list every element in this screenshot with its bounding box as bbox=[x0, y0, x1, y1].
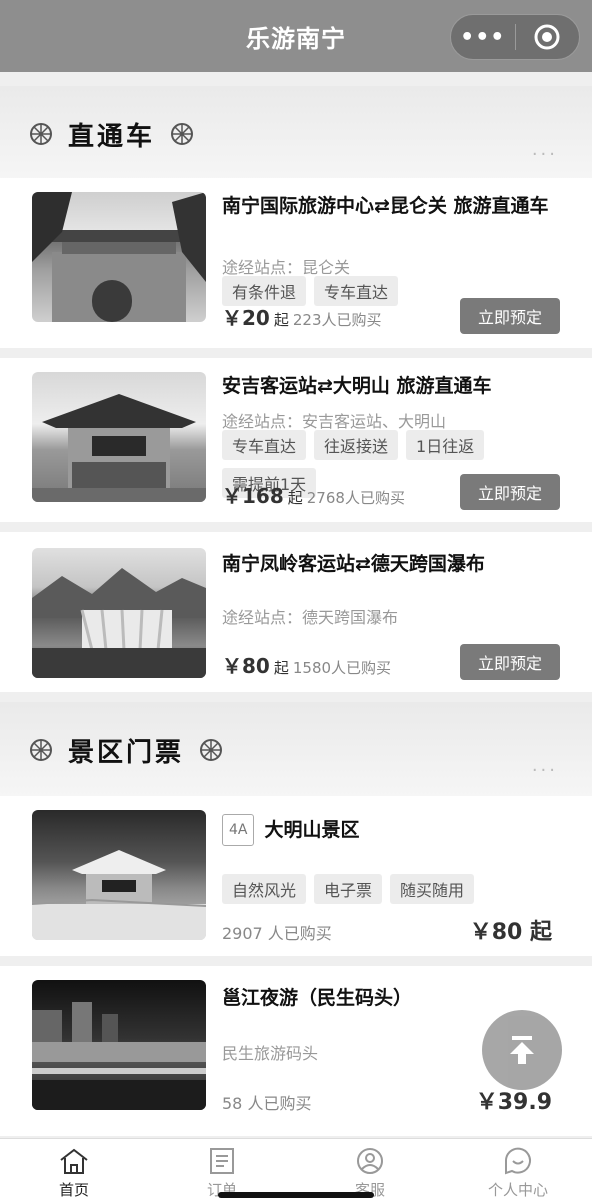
tab-service[interactable]: 客服 bbox=[296, 1139, 444, 1200]
ticket-thumbnail bbox=[32, 980, 206, 1110]
direct-bus-title: 安吉客运站⇄大明山 旅游直通车 bbox=[222, 375, 492, 397]
bottom-tab-bar: 首页 订单 客服 个人中心 bbox=[0, 1138, 592, 1200]
bought-count: 223人已购买 bbox=[292, 311, 382, 329]
direct-bus-thumbnail bbox=[32, 372, 206, 502]
ticket-location: 民生旅游码头 bbox=[222, 1044, 319, 1063]
direct-bus-price: ￥168 起 2768人已购买 bbox=[222, 480, 405, 509]
direct-bus-title: 南宁凤岭客运站⇄德天跨国瀑布 bbox=[222, 553, 485, 575]
top-nav-bar: 乐游南宁 ••• bbox=[0, 0, 592, 72]
bought-count: 1580人已购买 bbox=[292, 659, 392, 677]
home-icon bbox=[60, 1148, 88, 1174]
price-value: ￥80 bbox=[222, 654, 270, 678]
ticket-card[interactable]: 4A 大明山景区 自然风光 电子票 随买随用 2907 人已购买 ￥80 起 bbox=[0, 796, 592, 956]
mini-program-capsule: ••• bbox=[450, 14, 580, 60]
direct-bus-thumbnail bbox=[32, 548, 206, 678]
section-header-direct-bus: 直通车 ··· bbox=[0, 86, 592, 182]
direct-bus-title: 南宁国际旅游中心⇄昆仑关 旅游直通车 bbox=[222, 195, 549, 217]
tab-label: 个人中心 bbox=[487, 1181, 548, 1199]
tag: 1日往返 bbox=[406, 430, 485, 460]
direct-bus-card[interactable]: 南宁凤岭客运站⇄德天跨国瀑布 途经站点：德天跨国瀑布 ￥80 起 1580人已购买 … bbox=[0, 532, 592, 692]
section-deco-icon bbox=[30, 123, 52, 145]
book-now-button[interactable]: 立即预定 bbox=[460, 644, 560, 680]
section-header-tickets: 景区门票 ··· bbox=[0, 702, 592, 798]
section-title: 直通车 bbox=[68, 121, 156, 152]
target-icon[interactable] bbox=[516, 23, 580, 51]
price-suffix: 起 bbox=[287, 489, 303, 507]
ticket-price: ￥80 起 bbox=[469, 920, 552, 945]
price-value: ￥20 bbox=[222, 306, 270, 330]
ticket-title: 邕江夜游（民生码头） bbox=[222, 987, 413, 1009]
page-title: 乐游南宁 bbox=[246, 24, 346, 53]
direct-bus-via: 途经站点：安吉客运站、大明山 bbox=[222, 412, 447, 431]
direct-bus-price: ￥20 起 223人已购买 bbox=[222, 302, 382, 331]
profile-icon bbox=[504, 1147, 531, 1175]
home-indicator bbox=[218, 1192, 374, 1198]
tab-home[interactable]: 首页 bbox=[0, 1139, 148, 1200]
service-icon bbox=[357, 1148, 383, 1174]
price-suffix: 起 bbox=[273, 311, 289, 329]
section-deco-icon bbox=[200, 739, 223, 761]
ticket-title-row: 4A 大明山景区 bbox=[222, 814, 552, 846]
section-deco-icon bbox=[30, 739, 52, 761]
book-now-button[interactable]: 立即预定 bbox=[460, 474, 560, 510]
arrow-up-icon bbox=[510, 1036, 534, 1064]
bought-count: 58 人已购买 bbox=[222, 1094, 312, 1113]
tab-orders[interactable]: 订单 bbox=[148, 1139, 296, 1200]
tag: 自然风光 bbox=[222, 874, 307, 904]
section-more-icon[interactable]: ··· bbox=[532, 760, 558, 781]
direct-bus-price: ￥80 起 1580人已购买 bbox=[222, 650, 391, 679]
tag: 专车直达 bbox=[222, 430, 307, 460]
tag: 往返接送 bbox=[314, 430, 399, 460]
ticket-thumbnail bbox=[32, 810, 206, 940]
ticket-tags: 自然风光 电子票 随买随用 bbox=[222, 874, 552, 904]
section-title: 景区门票 bbox=[68, 737, 185, 768]
more-dots-icon[interactable]: ••• bbox=[451, 25, 515, 50]
section-deco-icon bbox=[171, 123, 194, 145]
price-suffix: 起 bbox=[273, 659, 289, 677]
bought-count: 2907 人已购买 bbox=[222, 924, 332, 943]
tag: 随买随用 bbox=[390, 874, 475, 904]
direct-bus-card[interactable]: 南宁国际旅游中心⇄昆仑关 旅游直通车 途经站点：昆仑关 有条件退 专车直达 ￥2… bbox=[0, 178, 592, 348]
direct-bus-via: 途经站点：德天跨国瀑布 bbox=[222, 608, 399, 627]
tab-label: 首页 bbox=[58, 1181, 89, 1199]
bought-count: 2768人已购买 bbox=[306, 489, 405, 507]
tab-profile[interactable]: 个人中心 bbox=[444, 1139, 592, 1200]
grade-badge: 4A bbox=[222, 814, 255, 846]
direct-bus-card[interactable]: 安吉客运站⇄大明山 旅游直通车 途经站点：安吉客运站、大明山 专车直达 往返接送… bbox=[0, 358, 592, 522]
section-more-icon[interactable]: ··· bbox=[532, 144, 558, 165]
tag: 电子票 bbox=[314, 874, 383, 904]
back-to-top-button[interactable] bbox=[482, 1010, 562, 1090]
direct-bus-via: 途经站点：昆仑关 bbox=[222, 258, 351, 277]
ticket-title: 大明山景区 bbox=[264, 819, 360, 841]
direct-bus-thumbnail bbox=[32, 192, 206, 322]
order-icon bbox=[210, 1148, 234, 1174]
book-now-button[interactable]: 立即预定 bbox=[460, 298, 560, 334]
price-value: ￥168 bbox=[222, 484, 284, 508]
